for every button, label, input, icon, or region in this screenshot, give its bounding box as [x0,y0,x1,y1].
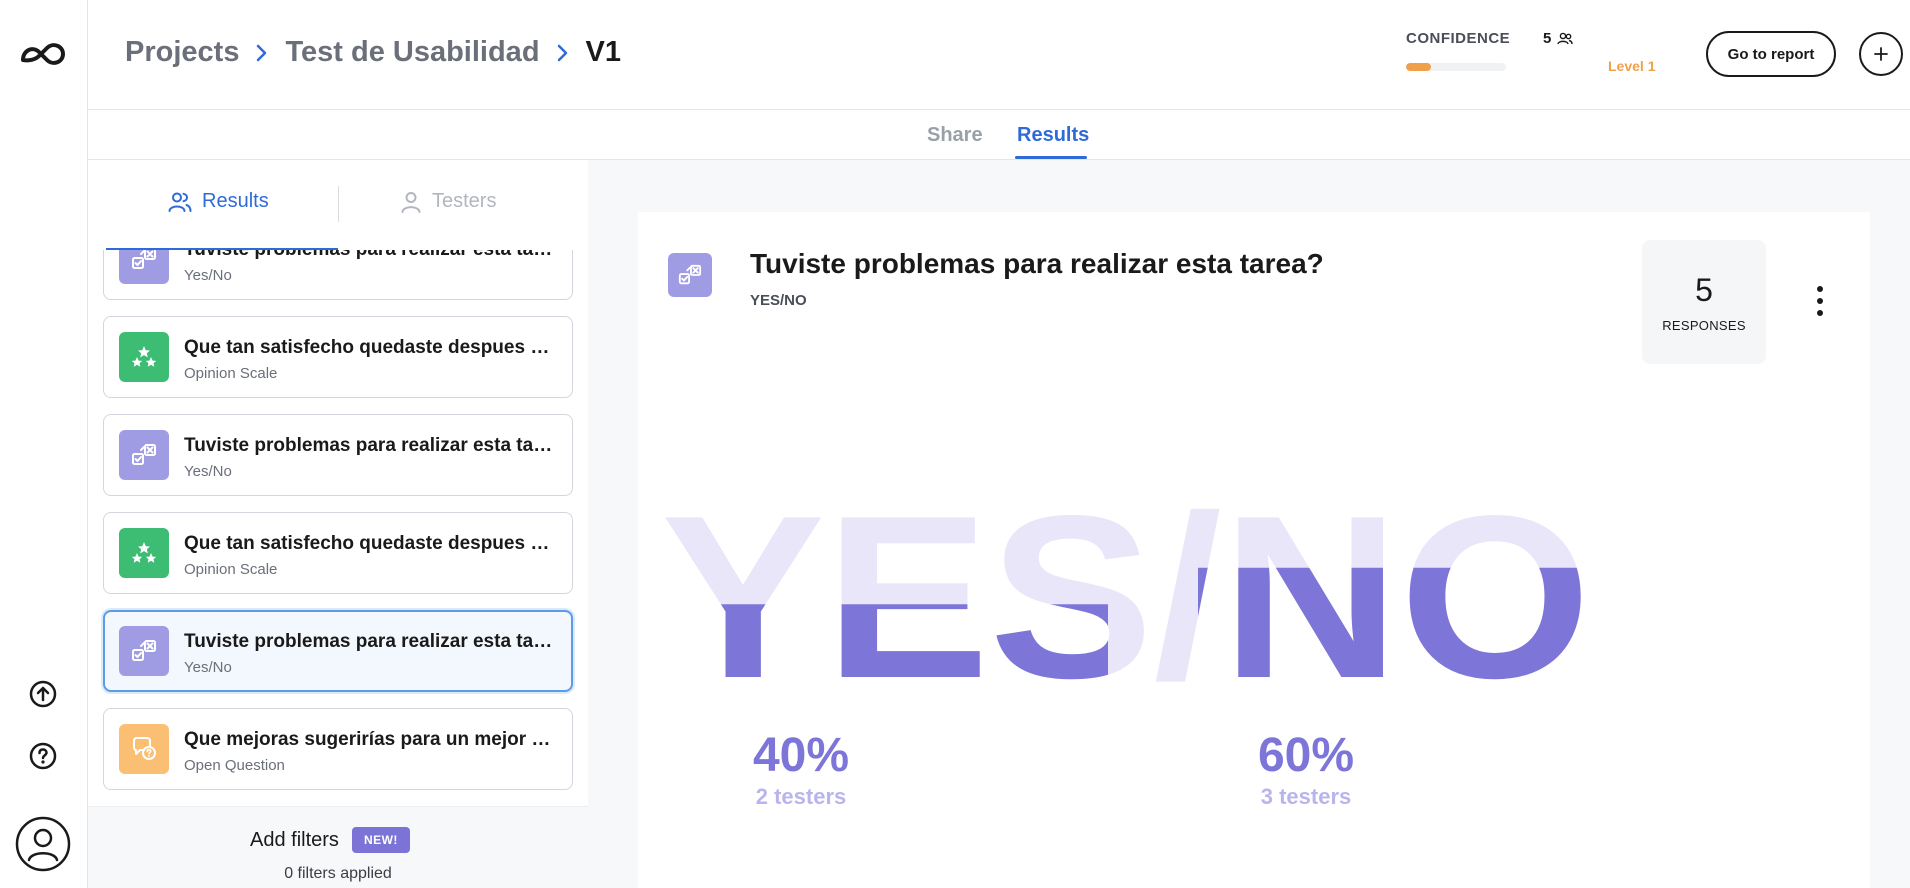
user-avatar-icon[interactable] [15,816,71,872]
breadcrumb-project[interactable]: Test de Usabilidad [285,36,539,69]
filters-applied-count: 0 filters applied [284,865,392,882]
yes-no-icon [119,430,169,480]
tab-results[interactable]: Results [1017,124,1089,147]
question-card-selected[interactable]: Tuviste problemas para realizar esta tar… [103,610,573,692]
sidebar: Results Testers Tuviste problemas para r… [88,160,588,888]
question-card[interactable]: Que mejoras sugerirías para un mejor uso… [103,708,573,790]
question-type: Opinion Scale [184,365,278,382]
go-to-report-button[interactable]: Go to report [1706,31,1836,77]
help-icon[interactable] [25,738,61,774]
page-header: Projects Test de Usabilidad V1 CONFIDENC… [88,0,1910,110]
yes-testers: 2 testers [755,784,847,809]
users-icon [168,192,192,212]
upload-icon[interactable] [25,676,61,712]
sidebar-tab-results[interactable]: Results [168,190,269,213]
breadcrumb-projects[interactable]: Projects [125,36,239,69]
question-title: Tuviste problemas para realizar esta tar… [184,631,559,652]
breadcrumb: Projects Test de Usabilidad V1 [125,36,621,69]
question-title: Tuviste problemas para realizar esta tar… [184,250,559,261]
question-type: Open Question [184,757,285,774]
yes-no-icon [119,626,169,676]
sidebar-tab-testers-label: Testers [432,190,497,212]
question-list[interactable]: Tuviste problemas para realizar esta tar… [88,250,588,806]
confidence-label: CONFIDENCE [1406,30,1511,47]
question-card[interactable]: Tuviste problemas para realizar esta tar… [103,250,573,300]
add-button[interactable] [1859,32,1903,76]
question-card[interactable]: Que tan satisfecho quedaste despues de r… [103,316,573,398]
tab-share[interactable]: Share [927,124,983,147]
user-icon [401,191,421,213]
confidence-level: Level 1 [1608,58,1656,74]
question-title: Que tan satisfecho quedaste despues de r… [184,533,559,554]
confidence-count-value: 5 [1543,30,1552,47]
chevron-right-icon [553,43,573,63]
question-card[interactable]: Tuviste problemas para realizar esta tar… [103,414,573,496]
question-type: Yes/No [184,267,232,284]
sidebar-tab-testers[interactable]: Testers [400,190,496,213]
yes-percent: 40% [752,729,850,782]
sidebar-tab-results-label: Results [202,190,269,212]
main-tabs: Share Results [88,110,1910,160]
speech-bubble-icon [119,724,169,774]
sidebar-tabs: Results Testers [88,160,588,250]
tab-results-underline [1015,156,1087,159]
confidence-progress-bar [1406,63,1506,71]
people-icon [1557,32,1574,44]
question-type: Yes/No [184,659,232,676]
chevron-right-icon [252,43,272,63]
question-title: Tuviste problemas para realizar esta tar… [184,435,559,456]
question-results-panel: Tuviste problemas para realizar esta tar… [638,212,1870,888]
add-filters-label[interactable]: Add filters [250,829,339,852]
plus-icon [1874,47,1888,61]
left-rail [0,0,88,888]
breadcrumb-version: V1 [585,36,622,68]
no-percent: 60% [1257,729,1355,782]
confidence-meter: CONFIDENCE 5 [1406,30,1576,80]
confidence-count: 5 [1543,30,1574,47]
new-badge: NEW! [351,827,410,853]
stars-icon [119,332,169,382]
filters-row[interactable]: Add filters NEW! [250,827,410,853]
yes-no-icon [119,250,169,284]
question-type: Opinion Scale [184,561,278,578]
confidence-progress-fill [1406,63,1431,71]
sidebar-tab-divider [338,186,339,222]
filters-panel[interactable]: Add filters NEW! 0 filters applied [88,806,588,888]
question-type: Yes/No [184,463,232,480]
app-logo-icon[interactable] [19,38,67,70]
stars-icon [119,528,169,578]
question-card[interactable]: Que tan satisfecho quedaste despues de r… [103,512,573,594]
question-title: Que mejoras sugerirías para un mejor uso… [184,729,559,750]
question-title: Que tan satisfecho quedaste despues de r… [184,337,559,358]
no-testers: 3 testers [1260,784,1352,809]
